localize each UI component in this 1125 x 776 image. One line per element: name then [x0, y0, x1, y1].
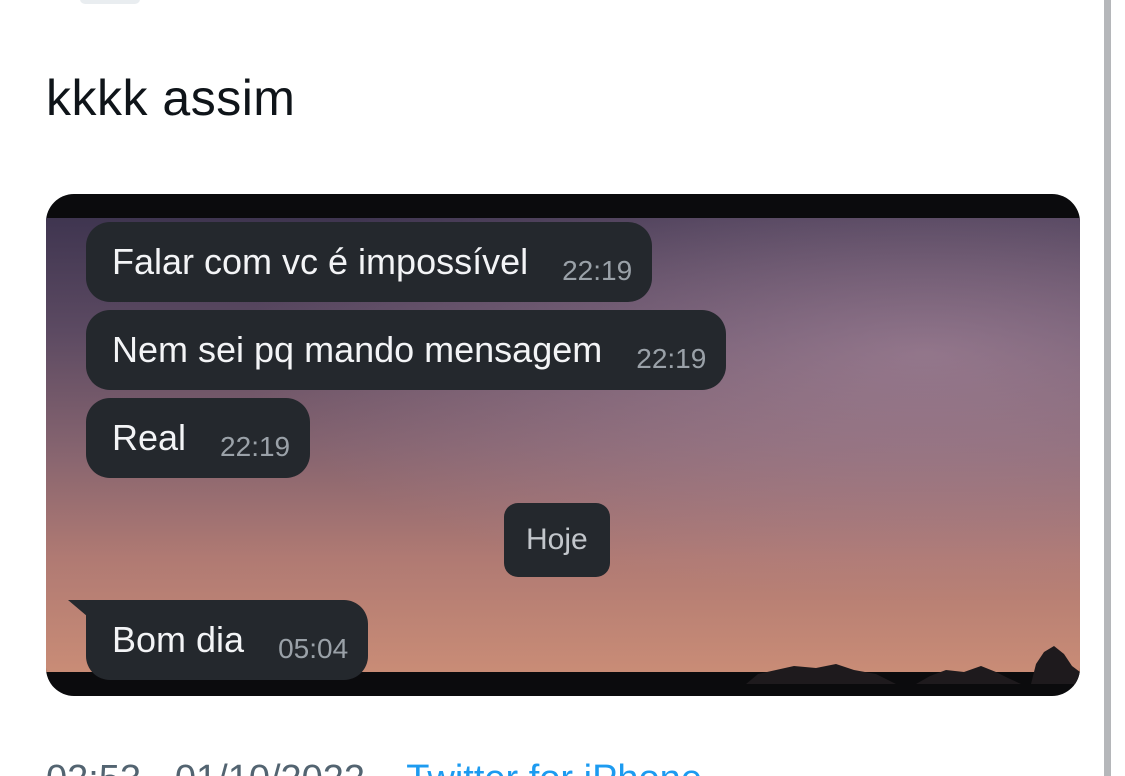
chat-message-time: 05:04 [278, 633, 349, 664]
chat-bubble: Real 22:19 [86, 398, 311, 478]
scrollbar[interactable] [1104, 0, 1111, 776]
tweet-text: kkkk assim [46, 70, 296, 126]
tweet-media-image[interactable]: Falar com vc é impossível 22:19 Nem sei … [46, 194, 1080, 696]
chat-bubble: Falar com vc é impossível 22:19 [86, 222, 653, 302]
chat-bubble: Nem sei pq mando mensagem 22:19 [86, 310, 727, 390]
avatar-edge [80, 0, 140, 4]
tweet-source-link[interactable]: Twitter for iPhone [406, 758, 702, 776]
chat-message-text: Nem sei pq mando mensagem [112, 329, 603, 370]
tweet-timestamp[interactable]: 02:53 · 01/10/2022 · [46, 758, 388, 776]
chat-message-time: 22:19 [220, 431, 291, 462]
date-divider: Hoje [504, 503, 610, 577]
tweet-detail-page: kkkk assim Falar com vc é impossível 22:… [0, 0, 1125, 776]
chat-message-time: 22:19 [562, 255, 633, 286]
tweet-metadata: 02:53 · 01/10/2022 · Twitter for iPhone [46, 758, 702, 776]
date-divider-label: Hoje [526, 523, 588, 556]
chat-message-text: Real [112, 417, 187, 458]
chat-message-text: Falar com vc é impossível [112, 241, 529, 282]
chat-message-text: Bom dia [112, 619, 245, 660]
chat-message-time: 22:19 [636, 343, 707, 374]
chat-bubble-reply: Bom dia 05:04 [86, 600, 369, 680]
